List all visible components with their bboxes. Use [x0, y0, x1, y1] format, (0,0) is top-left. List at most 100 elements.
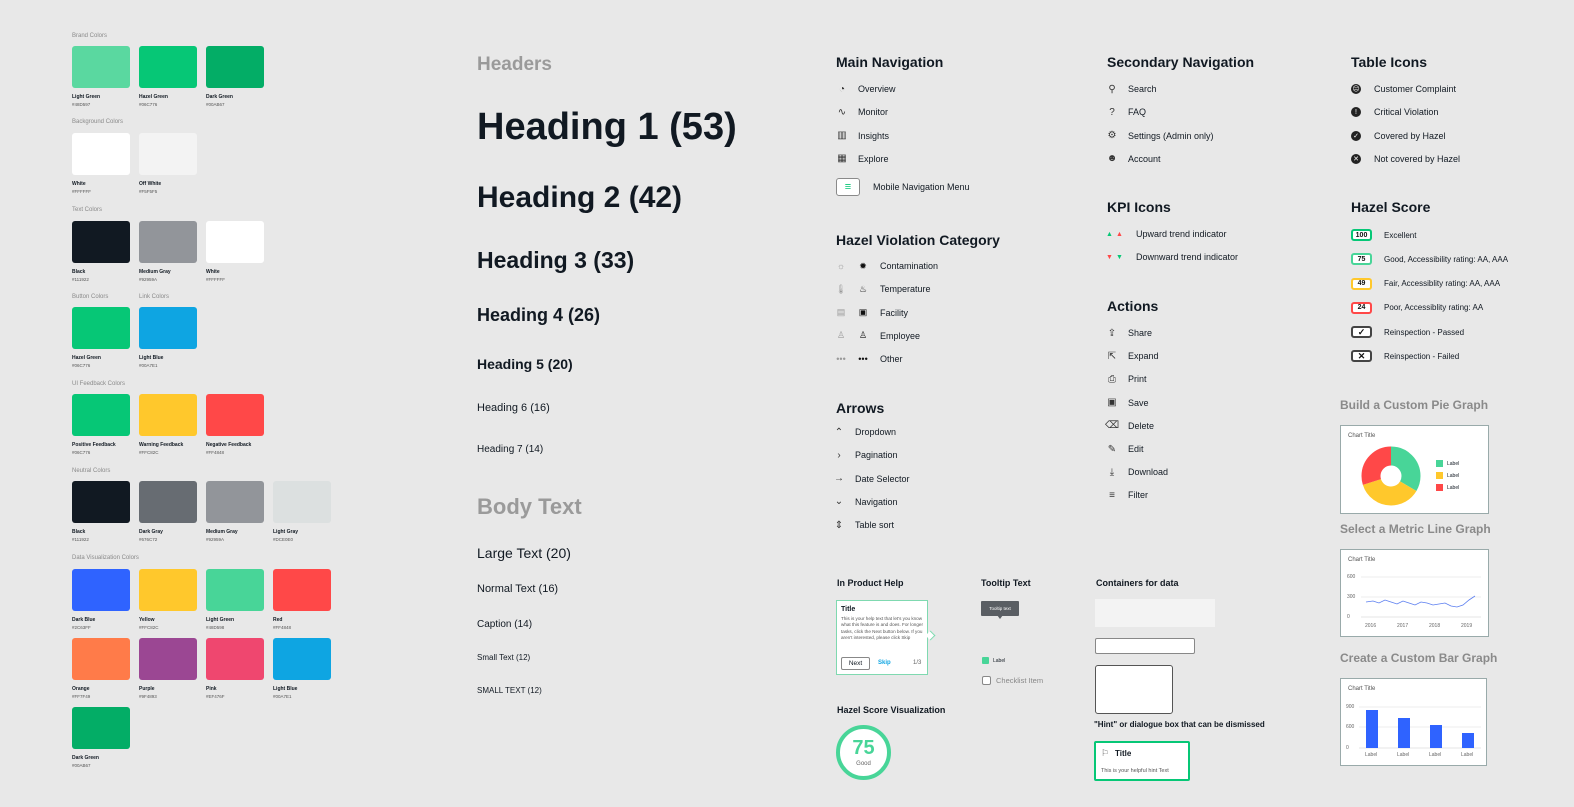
table-icons-item[interactable]: ✓ Covered by Hazel	[1351, 129, 1446, 143]
heading-6-sample: Heading 6 (16)	[477, 402, 550, 414]
hint-box[interactable]: ⚐ Title This is your helpful hint Text	[1094, 741, 1190, 781]
arrows-item[interactable]: → Date Selector	[833, 472, 910, 486]
swatch-name: Hazel Green	[139, 94, 168, 100]
alert-icon: !	[1351, 107, 1361, 118]
score-visualization-gauge: 75 Good	[836, 725, 891, 780]
item-label: Dropdown	[855, 427, 897, 437]
arrows-item[interactable]: ⇕ Table sort	[833, 518, 894, 532]
actions-title: Actions	[1107, 298, 1159, 314]
kpi-item[interactable]: ▼ ▼ Downward trend indicator	[1106, 250, 1238, 264]
pie-chart-title: Chart Title	[1348, 433, 1376, 439]
item-label: Navigation	[855, 496, 898, 507]
table-icons-item[interactable]: ✕ Not covered by Hazel	[1351, 152, 1460, 166]
arrows-item[interactable]: ⌄ Navigation	[833, 495, 898, 509]
expand-icon: ⇱	[1107, 350, 1117, 362]
color-swatch	[139, 394, 197, 436]
lightbulb-icon: ⚐	[1101, 748, 1110, 758]
heading-1-sample: Heading 1 (53)	[477, 106, 737, 148]
check-box-icon: ✓	[1351, 326, 1372, 338]
actions-item[interactable]: ⤓ Download	[1106, 465, 1168, 479]
main-nav-item[interactable]: ∿ Monitor	[836, 105, 888, 119]
neutral-colors-title: Neutral Colors	[72, 468, 111, 474]
violation-item[interactable]: ♙ ♙ Employee	[836, 329, 920, 343]
secondary-nav-item[interactable]: ☻ Account	[1106, 152, 1161, 166]
body-text-section-title: Body Text	[477, 494, 582, 519]
swatch-hex: #9F4893	[139, 694, 157, 699]
swatch-name: Medium Gray	[139, 269, 171, 275]
actions-item[interactable]: ≡ Filter	[1106, 488, 1148, 502]
main-nav-item[interactable]: ◔ Overview	[836, 82, 896, 96]
bar-chart-card[interactable]: Chart Title 900 600 0 Label Label Label Label	[1340, 678, 1487, 766]
secondary-nav-item[interactable]: ⚲ Search	[1106, 82, 1156, 96]
secondary-nav-item[interactable]: ? FAQ	[1106, 105, 1146, 119]
actions-item[interactable]: ⎙ Print	[1106, 372, 1147, 386]
containers-title: Containers for data	[1096, 578, 1179, 588]
help-skip-link[interactable]: Skip	[878, 660, 891, 666]
violation-item[interactable]: 🌡 ♨ Temperature	[835, 282, 930, 296]
actions-item[interactable]: ⌫ Delete	[1105, 419, 1154, 433]
color-swatch	[139, 481, 197, 523]
actions-item[interactable]: ▣ Save	[1106, 396, 1148, 410]
help-card-title: Title	[841, 606, 856, 613]
hamburger-icon[interactable]: ≡	[836, 178, 860, 196]
actions-item[interactable]: ✎ Edit	[1106, 442, 1144, 456]
arrows-item[interactable]: › Pagination	[833, 448, 897, 462]
checklist-item[interactable]: Checklist Item	[982, 676, 1043, 685]
swatch-name: Black	[72, 269, 86, 275]
pencil-icon: ✎	[1107, 443, 1117, 455]
item-label: Customer Complaint	[1374, 84, 1457, 94]
score-label: Excellent	[1384, 230, 1417, 240]
check-circle-icon: ✓	[1351, 130, 1361, 141]
gauge-icon: ◔	[838, 83, 846, 95]
help-card-body: This is your help text that let's you kn…	[841, 616, 923, 641]
tooltip-text-title: Tooltip Text	[981, 578, 1031, 588]
item-label: Table sort	[855, 520, 895, 531]
score-visualization-title: Hazel Score Visualization	[837, 705, 946, 715]
swatch-hex: #FF4848	[206, 450, 225, 455]
bar-4	[1462, 733, 1474, 748]
table-icons-item[interactable]: ! Critical Violation	[1351, 105, 1438, 119]
checkbox[interactable]	[982, 676, 991, 685]
actions-item[interactable]: ⇱ Expand	[1106, 349, 1159, 363]
score-badge: 75	[1351, 253, 1372, 266]
arrows-item[interactable]: ⌃ Dropdown	[833, 425, 896, 439]
container-outlined[interactable]	[1095, 638, 1195, 654]
swatch-hex: #92959A	[206, 537, 225, 542]
line-chart-card[interactable]: Chart Title 600 300 0 2016 2017 2018 2019	[1340, 549, 1489, 637]
legend-label: Label	[993, 657, 1006, 664]
swatch-name: Dark Gray	[139, 529, 163, 535]
swatch-name: Dark Green	[72, 755, 99, 761]
swatch-name: White	[206, 269, 220, 275]
kpi-item[interactable]: ▲ ▲ Upward trend indicator	[1106, 227, 1227, 241]
violation-item[interactable]: ••• ••• Other	[836, 352, 902, 366]
swatch-name: Warning Feedback	[139, 442, 184, 448]
button-colors-title: Button Colors	[72, 294, 109, 300]
color-swatch	[206, 394, 264, 436]
swatch-hex: #FFFFFF	[72, 189, 91, 194]
table-icons-item[interactable]: ☹ Customer Complaint	[1351, 82, 1456, 96]
swatch-name: Light Blue	[273, 686, 298, 692]
pie-legend-item: Label	[1436, 460, 1459, 467]
thermometer-icon: ♨	[858, 283, 868, 294]
secondary-nav-item[interactable]: ⚙ Settings (Admin only)	[1106, 129, 1214, 143]
mobile-navigation-menu-row[interactable]: ≡ Mobile Navigation Menu	[836, 178, 970, 196]
main-nav-item[interactable]: ▦ Explore	[836, 152, 888, 166]
hint-title: Title	[1115, 749, 1132, 758]
swatch-hex: #F5F5F5	[139, 189, 158, 194]
pie-chart-card[interactable]: Chart Title Label Label Label	[1340, 425, 1489, 514]
score-badge: 49	[1351, 277, 1372, 290]
color-swatch	[72, 221, 130, 263]
main-navigation-title: Main Navigation	[836, 54, 944, 70]
item-label: Expand	[1128, 351, 1159, 362]
help-next-button[interactable]: Next	[841, 657, 870, 670]
violation-item[interactable]: ▤ ▣ Facility	[836, 306, 908, 320]
swatch-name: Pink	[206, 686, 217, 692]
legend-swatch	[982, 657, 989, 664]
score-badge: 24	[1351, 301, 1372, 314]
line-y-tick: 300	[1347, 594, 1356, 600]
actions-item[interactable]: ⇪ Share	[1106, 326, 1152, 340]
bar-x-tick: Label	[1365, 752, 1378, 758]
pie-legend-label: Label	[1447, 460, 1460, 467]
main-nav-item[interactable]: ▥ Insights	[836, 129, 889, 143]
violation-item[interactable]: ☼ ✹ Contamination	[836, 259, 938, 273]
